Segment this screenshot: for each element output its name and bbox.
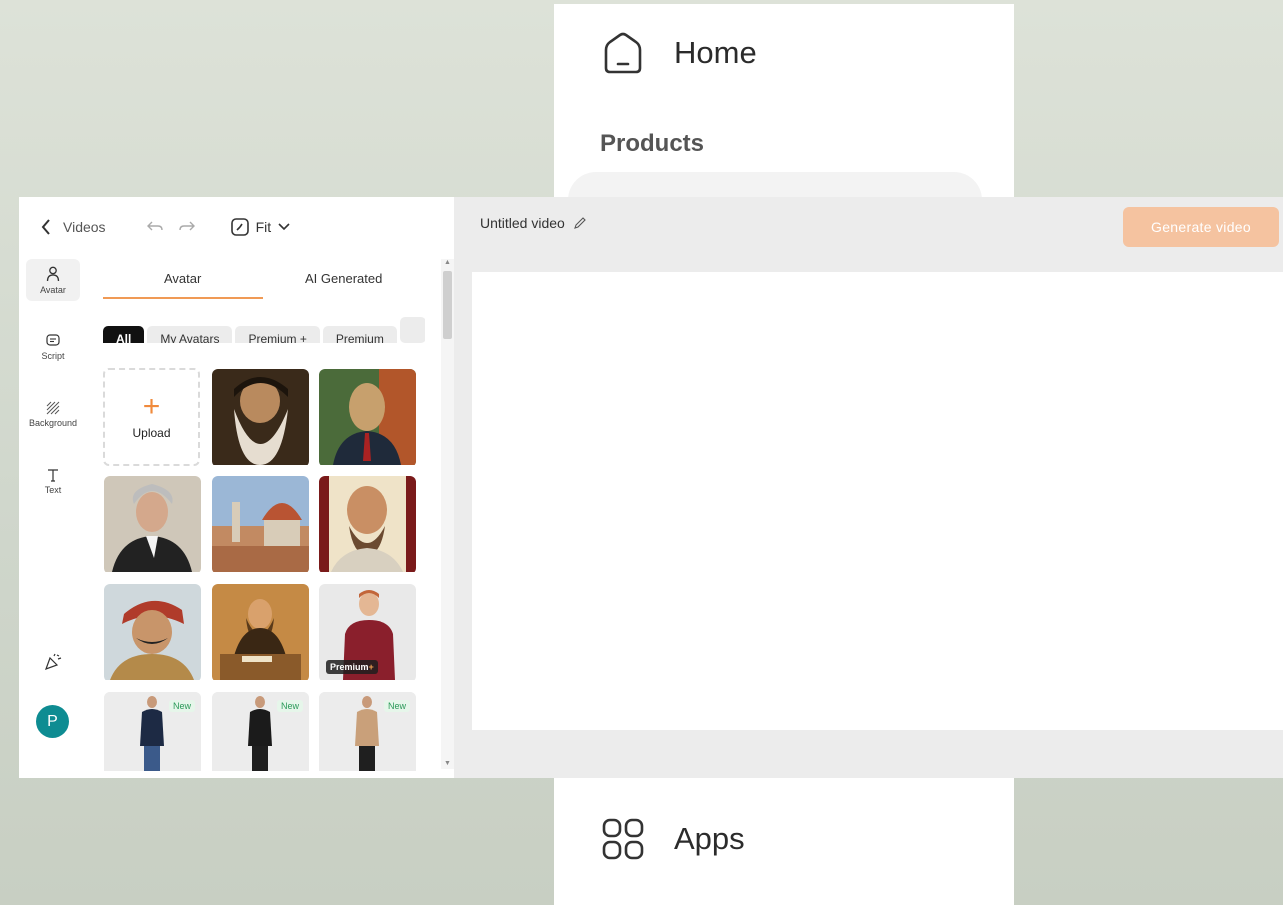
new-badge: New bbox=[168, 700, 195, 712]
avatar-grid-scrollbar[interactable]: ▲ ▼ bbox=[441, 259, 454, 769]
avatar-grid: + Upload Premium+ New New New bbox=[103, 368, 423, 771]
chip-my-avatars[interactable]: My Avatars bbox=[147, 326, 233, 343]
avatar-thumbnail-red-sweater-man[interactable]: Premium+ bbox=[319, 584, 416, 682]
rail-item-background[interactable]: Background bbox=[26, 393, 80, 435]
avatar-tabs: Avatar AI Generated bbox=[103, 257, 425, 299]
nav-apps-label: Apps bbox=[674, 821, 745, 856]
back-label: Videos bbox=[63, 219, 106, 235]
editor-toolbar: Videos Fit bbox=[19, 197, 454, 257]
scrollbar-thumb[interactable] bbox=[443, 271, 452, 339]
video-canvas[interactable] bbox=[472, 272, 1283, 730]
undo-icon[interactable] bbox=[146, 220, 164, 234]
rail-label: Text bbox=[44, 484, 62, 495]
rail-label: Avatar bbox=[40, 284, 66, 295]
chat-icon bbox=[46, 333, 60, 346]
avatar-thumbnail-warrior[interactable] bbox=[104, 584, 201, 682]
landscape-image bbox=[212, 476, 309, 572]
redo-icon[interactable] bbox=[178, 220, 196, 234]
portrait-image bbox=[104, 584, 201, 680]
person-icon bbox=[46, 266, 60, 281]
rail-label: Background bbox=[28, 417, 78, 428]
text-icon bbox=[48, 468, 58, 482]
zoom-fit-dropdown[interactable]: Fit bbox=[230, 217, 292, 237]
avatar-thumbnail-standing-man-3[interactable]: New bbox=[319, 692, 416, 771]
chevron-down-icon bbox=[278, 223, 290, 231]
zoom-label: Fit bbox=[255, 219, 272, 235]
rail-label: Script bbox=[41, 350, 65, 361]
fit-screen-icon bbox=[230, 218, 249, 236]
chip-overflow[interactable] bbox=[399, 317, 425, 343]
chevron-left-icon bbox=[41, 219, 50, 235]
premium-plus-badge: Premium+ bbox=[326, 660, 378, 674]
tool-rail: Avatar Script Background Text bbox=[19, 257, 89, 778]
nav-home-label: Home bbox=[674, 35, 757, 70]
portrait-image bbox=[319, 476, 416, 572]
back-button[interactable]: Videos bbox=[41, 219, 106, 235]
hatch-icon bbox=[46, 401, 60, 414]
nav-products-heading: Products bbox=[600, 130, 705, 157]
chip-premium[interactable]: Premium bbox=[322, 326, 397, 343]
avatar-thumbnail-bald-philosopher[interactable] bbox=[319, 476, 416, 574]
apps-grid-icon bbox=[602, 818, 644, 860]
video-title-text: Untitled video bbox=[480, 215, 565, 231]
tab-avatar[interactable]: Avatar bbox=[164, 271, 201, 286]
avatar-thumbnail-painted-man[interactable] bbox=[319, 369, 416, 467]
user-avatar[interactable]: P bbox=[36, 705, 69, 738]
plus-icon: + bbox=[142, 390, 161, 423]
new-badge: New bbox=[276, 700, 303, 712]
avatar-thumbnail-standing-man-1[interactable]: New bbox=[104, 692, 201, 771]
party-popper-icon[interactable] bbox=[44, 653, 62, 671]
portrait-image bbox=[104, 476, 201, 572]
avatar-thumbnail-silver-hair-man[interactable] bbox=[104, 476, 201, 574]
premium-plus-symbol: + bbox=[368, 662, 374, 672]
pencil-icon[interactable] bbox=[573, 216, 587, 230]
rail-item-text[interactable]: Text bbox=[26, 460, 80, 502]
video-editor: Videos Fit Avatar Script Background Text… bbox=[19, 197, 1283, 778]
chip-all[interactable]: All bbox=[103, 326, 145, 343]
portrait-image bbox=[212, 584, 309, 680]
scroll-down-arrow-icon[interactable]: ▼ bbox=[443, 760, 452, 767]
generate-video-button[interactable]: Generate video bbox=[1123, 207, 1279, 247]
scroll-up-arrow-icon[interactable]: ▲ bbox=[443, 259, 452, 266]
avatar-thumbnail-florence-cathedral[interactable] bbox=[212, 476, 309, 574]
home-icon bbox=[604, 32, 642, 74]
left-panel: Videos Fit Avatar Script Background Text… bbox=[19, 197, 454, 778]
portrait-image bbox=[212, 369, 309, 465]
active-tab-indicator bbox=[103, 297, 263, 299]
rail-item-script[interactable]: Script bbox=[26, 326, 80, 368]
rail-item-avatar[interactable]: Avatar bbox=[26, 259, 80, 301]
upload-label: Upload bbox=[132, 426, 171, 440]
video-title[interactable]: Untitled video bbox=[480, 215, 587, 231]
avatar-thumbnail-bearded-sage[interactable] bbox=[212, 369, 309, 467]
nav-apps-item[interactable]: Apps bbox=[600, 816, 745, 862]
chip-premium-plus[interactable]: Premium + bbox=[235, 326, 320, 343]
filter-chips: All My Avatars Premium + Premium bbox=[103, 317, 425, 343]
avatar-thumbnail-standing-man-2[interactable]: New bbox=[212, 692, 309, 771]
avatar-thumbnail-writing-sage[interactable] bbox=[212, 584, 309, 682]
new-badge: New bbox=[383, 700, 410, 712]
portrait-image bbox=[319, 369, 416, 465]
tab-ai-generated[interactable]: AI Generated bbox=[305, 271, 382, 286]
nav-home-item[interactable]: Home bbox=[600, 30, 757, 76]
upload-avatar-button[interactable]: + Upload bbox=[103, 368, 200, 466]
